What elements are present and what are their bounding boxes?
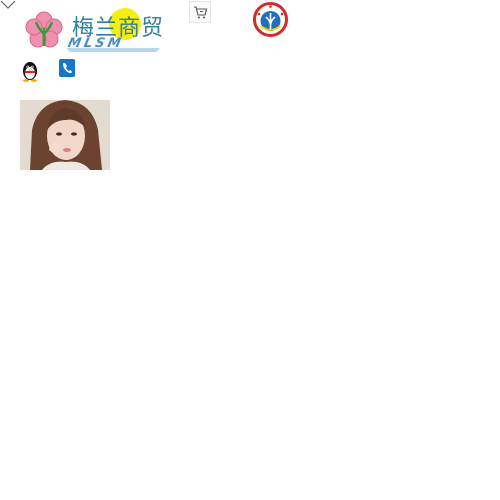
cart-button[interactable] [189,1,211,23]
profile-photo[interactable] [20,100,110,170]
shopping-cart-icon [194,6,208,19]
emblem-badge-icon [253,2,288,37]
profile-photo-image [20,100,110,170]
phone-icon[interactable] [59,59,75,77]
logo-subtext: MLSM [66,36,126,51]
chevron-down-icon[interactable] [0,0,16,10]
site-logo[interactable]: 梅兰商贸 MLSM [20,4,170,54]
qq-penguin-icon[interactable] [20,60,40,82]
page: 梅兰商贸 MLSM [0,0,500,500]
